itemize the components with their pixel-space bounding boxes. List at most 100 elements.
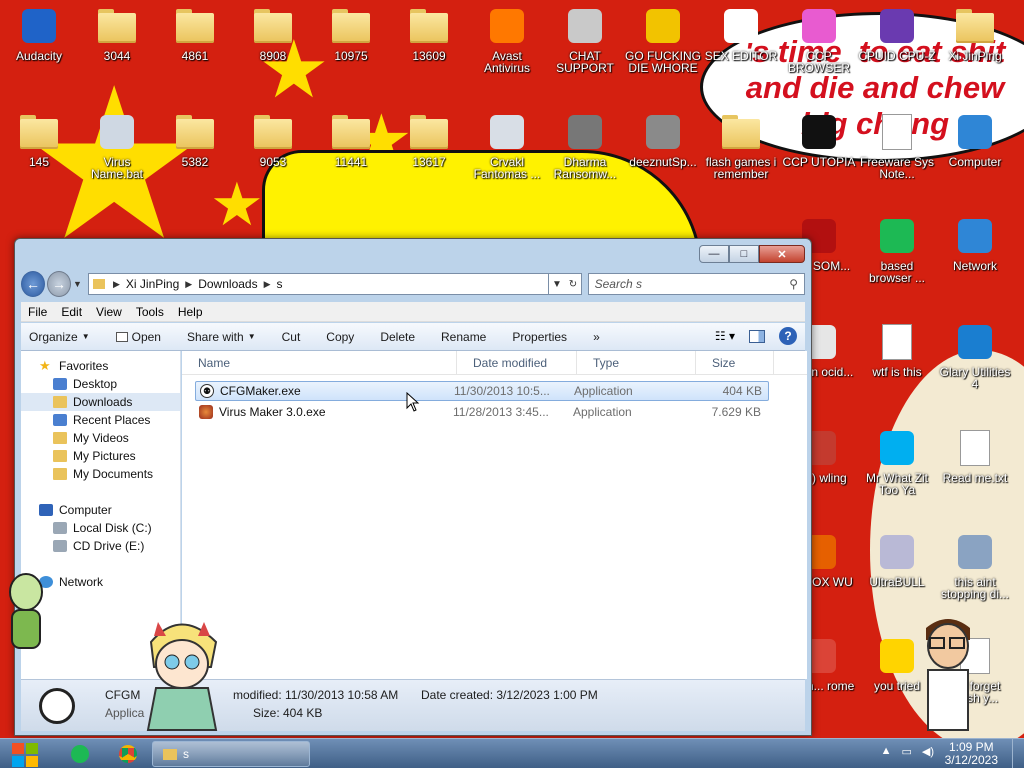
preview-pane-icon[interactable] — [749, 329, 765, 343]
share-with-label: Share with — [186, 329, 244, 344]
forward-button[interactable]: → — [47, 271, 71, 297]
menu-help[interactable]: Help — [171, 305, 210, 319]
delete-button[interactable]: Delete — [380, 330, 415, 344]
clock-date: 3/12/2023 — [944, 753, 998, 767]
nav-my-pictures[interactable]: My Pictures — [21, 447, 180, 465]
close-button[interactable]: ✕ — [759, 245, 805, 263]
copy-button[interactable]: Copy — [326, 330, 354, 344]
de-logo-icon — [643, 6, 683, 46]
breadcrumb-downloads[interactable]: Downloads — [198, 277, 257, 291]
column-name[interactable]: Name — [182, 350, 457, 375]
breadcrumb-xi-jinping[interactable]: Xi JinPing — [126, 277, 179, 291]
desktop-icon-145[interactable]: 145 — [0, 112, 78, 168]
folder-icon-graphic — [98, 9, 136, 43]
desktop-icon-computer[interactable]: Computer — [936, 112, 1014, 168]
file-row-cfgmaker[interactable]: ⚉ CFGMaker.exe 11/30/2013 10:5... Applica… — [195, 381, 769, 401]
taskbar-chrome-button[interactable] — [106, 741, 150, 767]
nav-desktop[interactable]: Desktop — [21, 375, 180, 393]
nav-computer[interactable]: Computer — [21, 501, 180, 519]
column-size[interactable]: Size — [696, 350, 774, 375]
nav-downloads[interactable]: Downloads — [21, 393, 180, 411]
help-icon[interactable]: ? — [779, 327, 797, 345]
desktop-icon-10975[interactable]: 10975 — [312, 6, 390, 62]
desktop-icon-13609[interactable]: 13609 — [390, 6, 468, 62]
refresh-icon[interactable]: ↻ — [569, 279, 577, 290]
properties-button[interactable]: Properties — [512, 330, 567, 344]
desktop-icon-deeznutsp[interactable]: deeznutSp... — [624, 112, 702, 168]
column-type[interactable]: Type — [577, 350, 696, 375]
desktop-icon-13617[interactable]: 13617 — [390, 112, 468, 168]
nav-my-documents[interactable]: My Documents — [21, 465, 180, 483]
clock[interactable]: 1:09 PM 3/12/2023 — [945, 741, 998, 767]
cut-button[interactable]: Cut — [282, 330, 301, 344]
desktop-icon-based-browser[interactable]: based browser ... — [858, 216, 936, 284]
maximize-button[interactable]: □ — [729, 245, 759, 263]
desktop-icon-cpuid-cpu-z[interactable]: CPUID CPU-Z — [858, 6, 936, 62]
show-hidden-icons-button[interactable]: ▲ — [881, 745, 892, 758]
file-row-virus-maker[interactable]: Virus Maker 3.0.exe 11/28/2013 3:45... A… — [195, 402, 769, 422]
address-dropdown-icon[interactable]: ▼ — [552, 279, 562, 290]
taskbar-spotify-button[interactable] — [58, 741, 102, 767]
breadcrumb-s[interactable]: s — [277, 277, 283, 291]
desktop-icon-freeware-sys-note[interactable]: Freeware Sys Note... — [858, 112, 936, 180]
address-bar[interactable]: ▶ Xi JinPing ▶ Downloads ▶ s — [88, 273, 549, 295]
desktop-icon-dharma-ransomw[interactable]: Dharma Ransomw... — [546, 112, 624, 180]
desktop-icon-3044[interactable]: 3044 — [78, 6, 156, 62]
back-button[interactable]: ← — [21, 271, 45, 297]
desktop-icon-chat-support[interactable]: CHAT SUPPORT — [546, 6, 624, 74]
menu-edit[interactable]: Edit — [54, 305, 89, 319]
search-input[interactable]: Search s ⚲ — [587, 273, 806, 295]
nav-my-videos[interactable]: My Videos — [21, 429, 180, 447]
organize-button[interactable]: Organize ▼ — [29, 330, 90, 344]
desktop-icon-read-me-txt[interactable]: Read me.txt — [936, 428, 1014, 484]
details-date-created: Date created: 3/12/2023 1:00 PM — [421, 688, 598, 702]
taskbar-explorer-button[interactable]: s — [152, 741, 310, 767]
desktop-icon-9053[interactable]: 9053 — [234, 112, 312, 168]
more-commands-button[interactable]: » — [593, 330, 600, 344]
nav-recent-places[interactable]: Recent Places — [21, 411, 180, 429]
desktop-icon-xi-jinping[interactable]: Xi JinPing — [936, 6, 1014, 62]
desktop-icon-virus-name-bat[interactable]: Virus Name.bat — [78, 112, 156, 180]
desktop-icon-4861[interactable]: 4861 — [156, 6, 234, 62]
nav-desktop-label: Desktop — [73, 377, 118, 391]
search-icon[interactable]: ⚲ — [789, 277, 798, 291]
desktop-icon-ultrabull[interactable]: UltraBULL — [858, 532, 936, 588]
share-with-button[interactable]: Share with ▼ — [187, 330, 256, 344]
desktop-icon-go-fucking-die-whore[interactable]: GO FUCKING DIE WHORE — [624, 6, 702, 74]
recent-pages-dropdown[interactable]: ▼ — [73, 279, 84, 289]
desktop-icon-flash-games-i-remember[interactable]: flash games i remember — [702, 112, 780, 180]
menu-tools[interactable]: Tools — [129, 305, 171, 319]
show-desktop-button[interactable] — [1012, 739, 1024, 768]
menu-file[interactable]: File — [21, 305, 54, 319]
desktop-icon-glary-utilities-4[interactable]: Glary Utilities 4 — [936, 322, 1014, 390]
desktop-icon-8908[interactable]: 8908 — [234, 6, 312, 62]
desktop-icon-audacity[interactable]: Audacity — [0, 6, 78, 62]
rename-button[interactable]: Rename — [441, 330, 486, 344]
menu-view[interactable]: View — [89, 305, 129, 319]
change-view-icon[interactable]: ☷ ▾ — [715, 329, 735, 343]
desktop-icon-this-aint-stopping-di[interactable]: this aint stopping di... — [936, 532, 1014, 600]
nav-local-disk[interactable]: Local Disk (C:) — [21, 519, 180, 537]
open-button[interactable]: Open — [115, 330, 161, 344]
desktop-icon-11441[interactable]: 11441 — [312, 112, 390, 168]
explorer-window[interactable]: — □ ✕ ← → ▼ ▶ Xi JinPing ▶ Downloads ▶ s… — [14, 238, 812, 736]
minimize-button[interactable]: — — [699, 245, 729, 263]
start-button[interactable] — [8, 741, 42, 767]
desktop-icon-ccp-browser[interactable]: CCP BROWSER — [780, 6, 858, 74]
volume-icon[interactable]: ◀) — [922, 745, 934, 758]
avast-icon-graphic — [490, 9, 524, 43]
desktop-icon-5382[interactable]: 5382 — [156, 112, 234, 168]
nav-cd-drive[interactable]: CD Drive (E:) — [21, 537, 180, 555]
desktop-icon-avast-antivirus[interactable]: Avast Antivirus — [468, 6, 546, 74]
desktop-icon-wtf-is-this[interactable]: wtf is this — [858, 322, 936, 378]
desktop-icon-mr-what-zit-too-ya[interactable]: Mr What Zit Too Ya — [858, 428, 936, 496]
desktop-icon-sex-editor[interactable]: SEX EDITOR — [702, 6, 780, 62]
column-date-modified[interactable]: Date modified — [457, 350, 577, 375]
nav-favorites-label: Favorites — [59, 359, 109, 373]
desktop-icon-network[interactable]: Network — [936, 216, 1014, 272]
folder-icon — [53, 432, 67, 444]
desktop-icon-crvakl-fantomas[interactable]: Crvakl Fantomas ... — [468, 112, 546, 180]
nav-favorites[interactable]: ★ Favorites — [21, 357, 180, 375]
network-status-icon[interactable]: ▭ — [901, 745, 911, 758]
desktop-icon-ccp-utopia[interactable]: CCP UTOPIA — [780, 112, 858, 168]
